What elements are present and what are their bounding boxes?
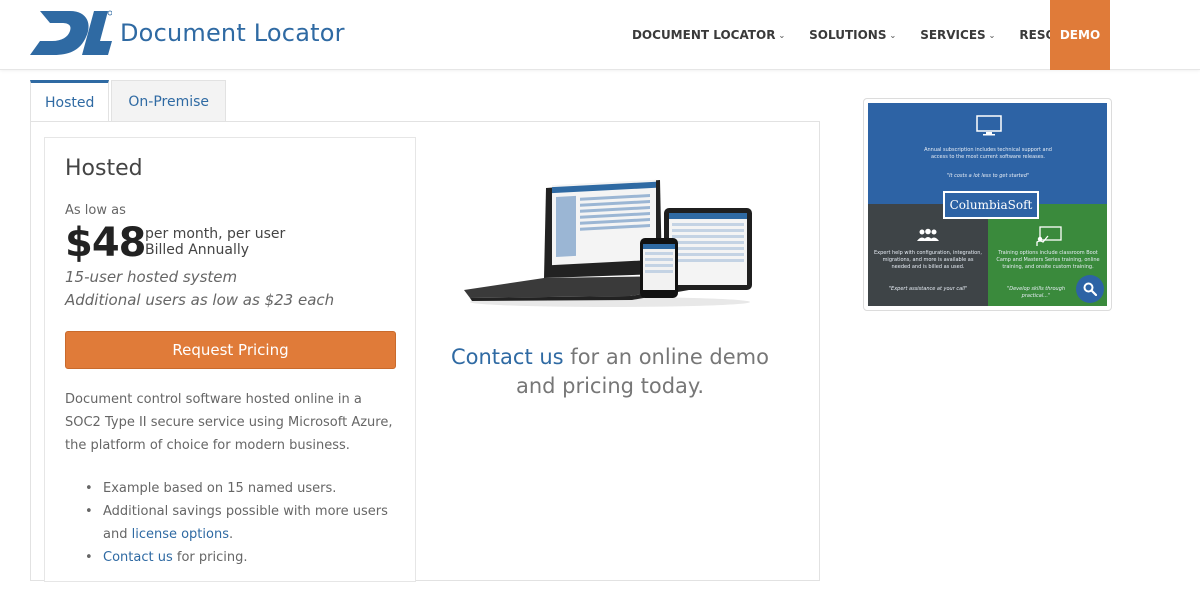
contact-cta: Contact us for an online demo and pricin… <box>440 343 780 401</box>
bullet-text: . <box>229 527 234 542</box>
consulting-text: Expert help with configuration, integrat… <box>874 250 982 270</box>
nav-label: SOLUTIONS <box>809 28 887 42</box>
contact-us-link[interactable]: Contact us <box>103 550 173 565</box>
price-value: $48 <box>65 220 146 266</box>
nav-label: DOCUMENT LOCATOR <box>631 28 776 42</box>
main-nav: DOCUMENT LOCATOR ⌄ SOLUTIONS ⌄ SERVICES … <box>608 0 1110 70</box>
chevron-down-icon: ⌄ <box>889 30 897 40</box>
whiteboard-icon <box>1036 226 1062 246</box>
request-pricing-button[interactable]: Request Pricing <box>65 331 396 369</box>
consulting-quadrant: Expert help with configuration, integrat… <box>868 204 988 306</box>
license-options-link[interactable]: license options <box>132 527 229 542</box>
training-text: Training options include classroom Boot … <box>996 250 1100 270</box>
services-thumbnail[interactable]: Annual subscription includes technical s… <box>863 98 1112 311</box>
zoom-button[interactable] <box>1076 275 1104 303</box>
search-icon <box>1083 282 1097 296</box>
plan-bullets: Example based on 15 named users. Additio… <box>83 477 403 569</box>
contact-us-link[interactable]: Contact us <box>451 345 564 369</box>
pricing-card: Hosted As low as $48 per month, per user… <box>44 137 416 582</box>
list-item: Example based on 15 named users. <box>83 477 403 500</box>
chevron-down-icon: ⌄ <box>778 30 786 40</box>
bullet-text: for pricing. <box>172 550 248 565</box>
plan-size-note: 15-user hosted system <box>65 268 238 286</box>
people-icon <box>917 228 939 241</box>
tab-hosted[interactable]: Hosted <box>30 80 110 122</box>
chevron-down-icon: ⌄ <box>988 30 996 40</box>
pricing-tabs: Hosted On-Premise <box>30 80 227 122</box>
bullet-text: Example based on 15 named users. <box>103 481 337 496</box>
consulting-quote: "Expert assistance at your call" <box>888 286 968 292</box>
plan-description: Document control software hosted online … <box>65 392 393 453</box>
nav-services[interactable]: SERVICES ⌄ <box>920 28 995 42</box>
price-line-2: Billed Annually <box>145 242 250 258</box>
support-quote: "It costs a lot less to get started" <box>946 173 1030 179</box>
columbiasoft-badge: ColumbiaSoft <box>943 191 1039 219</box>
monitor-icon <box>976 115 1002 136</box>
demo-button[interactable]: DEMO <box>1050 0 1110 70</box>
nav-solutions[interactable]: SOLUTIONS ⌄ <box>809 28 896 42</box>
card-title: Hosted <box>65 156 143 181</box>
price-line-1: per month, per user <box>145 226 286 242</box>
nav-document-locator[interactable]: DOCUMENT LOCATOR ⌄ <box>632 28 785 42</box>
site-header: Document Locator DOCUMENT LOCATOR ⌄ SOLU… <box>0 0 1200 70</box>
nav-label: SERVICES <box>920 28 986 42</box>
list-item: Additional savings possible with more us… <box>83 500 403 546</box>
logo[interactable]: Document Locator <box>30 6 345 60</box>
additional-users-note: Additional users as low as $23 each <box>65 291 335 309</box>
list-item: Contact us for pricing. <box>83 546 403 569</box>
support-quadrant: Annual subscription includes technical s… <box>868 103 1107 204</box>
dl-logo-icon <box>30 10 112 55</box>
price-terms: per month, per user Billed Annually <box>145 226 285 258</box>
support-text: Annual subscription includes technical s… <box>924 147 1052 160</box>
logo-text: Document Locator <box>120 19 345 47</box>
as-low-as-label: As low as <box>65 203 126 218</box>
tab-on-premise[interactable]: On-Premise <box>111 80 227 122</box>
training-quote: "Develop skills through practical..." <box>1006 286 1066 299</box>
devices-illustration <box>464 179 752 307</box>
